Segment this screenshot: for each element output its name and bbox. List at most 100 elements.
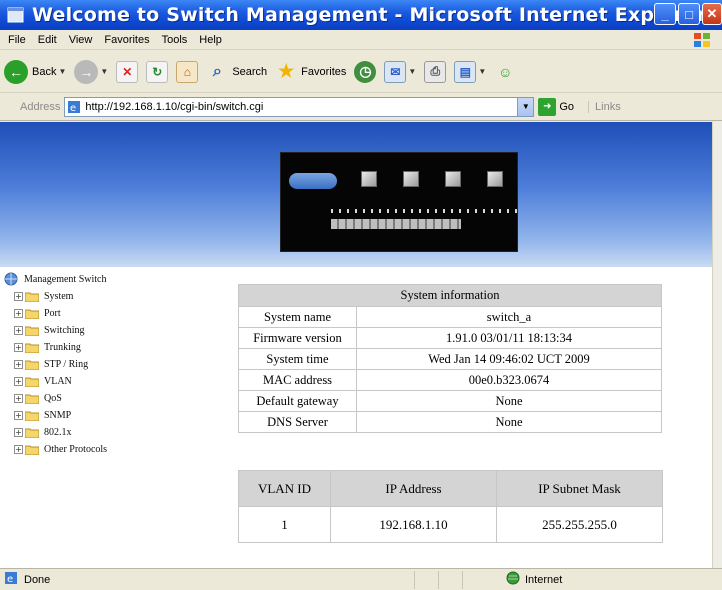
edit-button[interactable]: ▤ ▼ [454,60,486,83]
mail-button[interactable]: ✉ ▼ [384,60,416,83]
vertical-scrollbar[interactable] [712,122,722,568]
tree-item-other-protocols[interactable]: + Other Protocols [14,441,224,458]
search-button[interactable]: ⌕ Search [206,61,267,83]
row-label: DNS Server [238,411,357,433]
chevron-down-icon[interactable]: ▼ [100,67,108,76]
messenger-icon: ☺ [498,63,513,80]
expand-icon[interactable]: + [14,377,23,386]
history-button[interactable]: ◷ [354,60,377,83]
go-arrow-icon: ➜ [538,97,557,116]
vlan-id-cell: 1 [238,506,331,543]
address-url: http://192.168.1.10/cgi-bin/switch.cgi [85,100,264,113]
home-icon: ⌂ [176,60,199,83]
chevron-down-icon[interactable]: ▼ [58,67,66,76]
expand-icon[interactable]: + [14,309,23,318]
tree-item-label: Switching [44,325,85,336]
folder-icon [25,394,39,404]
star-icon: ★ [278,61,295,81]
folder-icon [25,411,39,421]
zone-label: Internet [525,573,563,586]
tree-item-trunking[interactable]: + Trunking [14,339,224,356]
address-input[interactable]: e http://192.168.1.10/cgi-bin/switch.cgi… [64,96,535,117]
stop-button[interactable]: ✕ [116,60,139,83]
ie-window-icon[interactable] [6,5,26,25]
tree-item-stp-ring[interactable]: + STP / Ring [14,356,224,373]
expand-icon[interactable]: + [14,411,23,420]
tree-item-snmp[interactable]: + SNMP [14,407,224,424]
expand-icon[interactable]: + [14,343,23,352]
system-info-table: System information System name switch_a F… [238,284,662,433]
close-button[interactable]: ✕ [702,3,722,25]
minimize-button[interactable]: _ [654,3,676,25]
mail-icon: ✉ [384,60,407,83]
chevron-down-icon[interactable]: ▼ [478,67,486,76]
menu-help[interactable]: Help [199,34,222,46]
switch-front-panel-image [280,152,521,252]
port-icon [487,171,503,187]
network-icon [4,272,18,286]
home-button[interactable]: ⌂ [176,60,199,83]
menu-view[interactable]: View [69,34,93,46]
chevron-down-icon[interactable]: ▼ [517,97,534,116]
menu-favorites[interactable]: Favorites [104,34,149,46]
tree-item-label: Trunking [44,342,81,353]
messenger-button[interactable]: ☺ [494,61,516,83]
expand-icon[interactable]: + [14,445,23,454]
table-row: Firmware version 1.91.0 03/01/11 18:13:34 [238,327,662,349]
back-label: Back [32,65,57,78]
row-label: System time [238,348,357,370]
column-header: IP Address [330,470,497,507]
table-row: System time Wed Jan 14 09:46:02 UCT 2009 [238,348,662,370]
links-label[interactable]: Links [588,100,621,113]
edit-icon: ▤ [454,60,477,83]
tree-item-8021x[interactable]: +802.1x [14,424,224,441]
status-bar: e Done Internet [0,568,722,590]
column-header: IP Subnet Mask [496,470,663,507]
maximize-button[interactable]: □ [678,3,700,25]
chevron-down-icon[interactable]: ▼ [408,67,416,76]
svg-text:e: e [70,103,76,114]
address-label: Address [20,100,61,113]
table-row: MAC address 00e0.b323.0674 [238,369,662,391]
expand-icon[interactable]: + [14,394,23,403]
folder-icon [25,377,39,387]
tree-item-qos[interactable]: + QoS [14,390,224,407]
expand-icon[interactable]: + [14,292,23,301]
tree-item-label: STP / Ring [44,359,89,370]
forward-arrow-icon: → [74,59,99,84]
tree-root[interactable]: Management Switch [4,270,224,288]
menu-file[interactable]: File [8,34,26,46]
row-value: switch_a [356,306,662,328]
security-zone: Internet [506,571,562,588]
tree-item-label: SNMP [44,410,72,421]
expand-icon[interactable]: + [14,360,23,369]
tree-item-switching[interactable]: + Switching [14,322,224,339]
page-content: Management Switch + System + Port + Switchi… [0,122,712,568]
expand-icon[interactable]: + [14,428,23,437]
expand-icon[interactable]: + [14,326,23,335]
forward-button[interactable]: → ▼ [74,59,108,84]
print-button[interactable]: ⎙ [424,60,447,83]
port-strip [331,219,461,229]
row-value: None [356,390,662,412]
address-bar: Address e http://192.168.1.10/cgi-bin/sw… [0,93,722,121]
print-icon: ⎙ [424,60,447,83]
go-button[interactable]: ➜ Go [538,97,574,116]
row-value: 00e0.b323.0674 [356,369,662,391]
tree-item-port[interactable]: + Port [14,305,224,322]
menu-tools[interactable]: Tools [162,34,188,46]
folder-icon [25,445,39,455]
refresh-button[interactable]: ↻ [146,60,169,83]
folder-icon [25,343,39,353]
back-button[interactable]: ← Back ▼ [4,59,66,84]
favorites-button[interactable]: ★ Favorites [275,61,346,83]
stop-icon: ✕ [116,60,139,83]
row-value: 1.91.0 03/01/11 18:13:34 [356,327,662,349]
tree-item-vlan[interactable]: + VLAN [14,373,224,390]
toolbar: ← Back ▼ → ▼ ✕ ↻ ⌂ ⌕ Search ★ Favorites … [0,51,722,93]
search-label: Search [232,65,268,78]
tree-item-system[interactable]: + System [14,288,224,305]
history-icon: ◷ [354,60,377,83]
switch-banner [0,122,712,267]
menu-edit[interactable]: Edit [38,34,57,46]
